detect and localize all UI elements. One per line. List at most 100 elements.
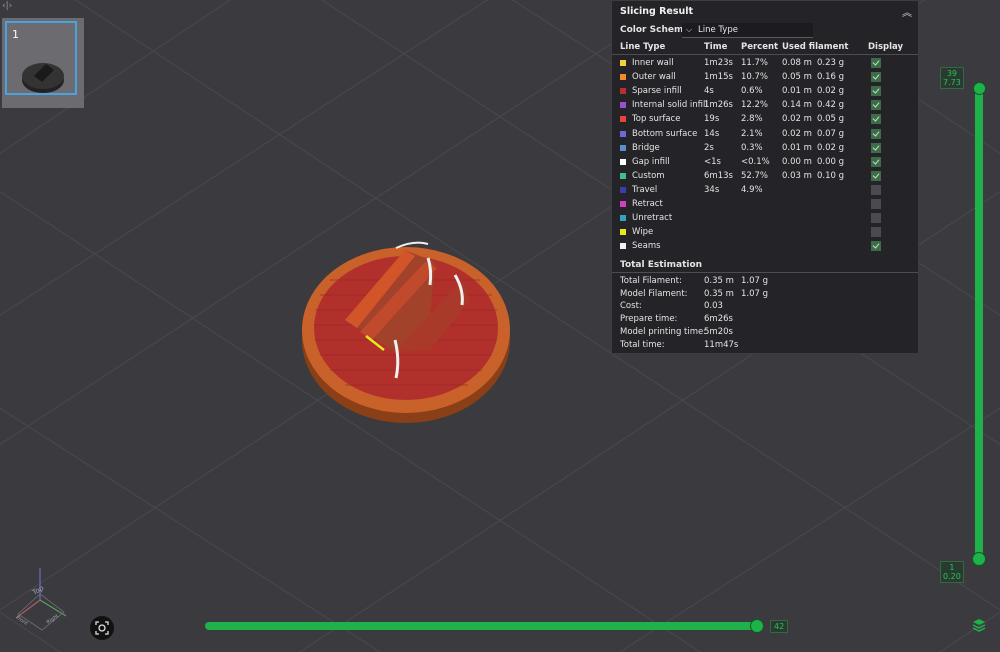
- cell-weight: 0.23 g: [817, 58, 845, 68]
- line-type-row: Seams: [612, 240, 918, 254]
- line-type-swatch: [620, 60, 626, 66]
- estimation-row: Prepare time: 6m26s: [612, 314, 918, 326]
- color-scheme-value: Line Type: [698, 25, 738, 35]
- display-checkbox[interactable]: [871, 199, 881, 209]
- cell-name: Outer wall: [632, 72, 676, 83]
- display-checkbox[interactable]: [871, 114, 881, 125]
- move-slider-handle[interactable]: [750, 619, 764, 633]
- cell-name: Top surface: [632, 114, 681, 125]
- line-type-swatch: [620, 116, 626, 123]
- sidebar-collapse-icon[interactable]: ‹|›: [2, 1, 12, 11]
- display-checkbox[interactable]: [871, 142, 881, 153]
- cell-name: Internal solid infill: [632, 100, 708, 111]
- cell-weight: 0.42 g: [817, 100, 845, 111]
- display-checkbox[interactable]: [871, 72, 881, 83]
- plate-thumbnail[interactable]: 1: [2, 18, 84, 108]
- cell-time: 34s: [704, 184, 720, 195]
- line-type-row: Bridge 2s 0.3% 0.01 m 0.02 g: [612, 142, 918, 156]
- layer-slider-track[interactable]: [975, 88, 983, 560]
- top-layer-number: 39: [946, 69, 957, 78]
- cell-weight: 0.05 g: [817, 114, 845, 125]
- line-type-row: Unretract: [612, 212, 918, 226]
- sliced-model[interactable]: [302, 241, 510, 423]
- layers-toggle-button[interactable]: [971, 617, 987, 633]
- view-gizmo[interactable]: Top Front Right: [15, 568, 67, 631]
- line-type-swatch: [620, 158, 626, 165]
- cell-percent: 4.9%: [741, 184, 763, 195]
- line-type-row: Gap infill <1s <0.1% 0.00 m 0.00 g: [612, 156, 918, 170]
- cell-len: 0.08 m: [782, 58, 812, 68]
- line-type-swatch: [620, 215, 626, 222]
- display-checkbox[interactable]: [871, 184, 881, 195]
- total-estimation-title: Total Estimation: [620, 260, 703, 270]
- estimation-label: Model printing time:: [620, 326, 707, 337]
- cell-time: 6m13s: [704, 170, 733, 181]
- line-type-row: Bottom surface 14s 2.1% 0.02 m 0.07 g: [612, 128, 918, 142]
- line-type-row: Sparse infill 4s 0.6% 0.01 m 0.02 g: [612, 85, 918, 99]
- cell-name: Seams: [632, 241, 661, 252]
- line-type-row: Retract: [612, 198, 918, 212]
- line-type-swatch: [620, 144, 626, 151]
- estimation-v2: 1.07 g: [741, 276, 769, 286]
- display-checkbox[interactable]: [871, 86, 881, 97]
- line-type-row: Inner wall 1m23s 11.7% 0.08 m 0.23 g: [612, 57, 918, 71]
- camera-focus-icon: [95, 621, 109, 635]
- display-checkbox[interactable]: [871, 227, 881, 238]
- display-checkbox[interactable]: [871, 128, 881, 139]
- line-type-swatch: [620, 102, 626, 109]
- cell-percent: 11.7%: [741, 58, 769, 68]
- line-type-swatch: [620, 74, 626, 81]
- bottom-layer-number: 1: [949, 563, 955, 572]
- line-type-swatch: [620, 88, 626, 95]
- cell-len: 0.03 m: [782, 170, 812, 181]
- line-type-row: Custom 6m13s 52.7% 0.03 m 0.10 g: [612, 170, 918, 184]
- display-checkbox[interactable]: [871, 213, 881, 224]
- cell-time: 2s: [704, 142, 714, 153]
- line-type-row: Wipe: [612, 226, 918, 240]
- estimation-v1: 0.03: [704, 301, 723, 312]
- layer-slider-top-handle[interactable]: [973, 82, 986, 95]
- estimation-v1: 0.35 m: [704, 276, 734, 286]
- cell-time: 4s: [704, 86, 714, 97]
- plate-preview-icon: [22, 63, 64, 93]
- color-scheme-select[interactable]: ⌵ Line Type: [682, 23, 813, 38]
- estimation-v1: 11m47s: [704, 339, 739, 350]
- cell-len: 0.02 m: [782, 114, 812, 125]
- cell-weight: 0.07 g: [817, 128, 845, 139]
- cell-len: 0.01 m: [782, 86, 812, 97]
- cell-name: Bridge: [632, 142, 660, 153]
- header-line-type: Line Type: [620, 42, 666, 52]
- cell-weight: 0.10 g: [817, 170, 845, 181]
- cell-weight: 0.02 g: [817, 86, 845, 97]
- estimation-label: Total Filament:: [620, 276, 682, 286]
- cell-name: Custom: [632, 170, 665, 181]
- cell-name: Wipe: [632, 227, 654, 238]
- estimation-label: Total time:: [620, 339, 665, 350]
- estimation-label: Cost:: [620, 301, 642, 312]
- display-checkbox[interactable]: [871, 170, 881, 181]
- display-checkbox[interactable]: [871, 58, 881, 68]
- cell-time: 1m23s: [704, 58, 733, 68]
- cell-len: 0.14 m: [782, 100, 812, 111]
- layer-slider-bottom-handle[interactable]: [972, 552, 986, 566]
- top-layer-label: 39 7.73: [940, 67, 964, 89]
- collapse-panel-icon[interactable]: ︽: [902, 4, 912, 19]
- display-checkbox[interactable]: [871, 100, 881, 111]
- color-scheme-label: Color Scheme: [620, 25, 690, 35]
- line-type-swatch: [620, 243, 626, 250]
- line-type-row: Internal solid infill 1m26s 12.2% 0.14 m 0.4…: [612, 99, 918, 113]
- estimation-row: Model Filament: 0.35 m 1.07 g: [612, 289, 918, 301]
- line-type-swatch: [620, 130, 626, 137]
- layers-icon: [972, 619, 986, 632]
- move-slider-track[interactable]: [205, 622, 761, 630]
- display-checkbox[interactable]: [871, 241, 881, 252]
- gizmo-label-right: Right: [46, 613, 60, 625]
- line-type-swatch: [620, 186, 626, 193]
- cell-percent: <0.1%: [741, 156, 770, 167]
- bottom-layer-label: 1 0.20: [940, 561, 964, 583]
- cell-name: Unretract: [632, 213, 673, 224]
- display-checkbox[interactable]: [871, 156, 881, 167]
- line-type-row: Travel 34s 4.9%: [612, 184, 918, 198]
- cell-name: Gap infill: [632, 156, 670, 167]
- camera-fit-button[interactable]: [90, 616, 114, 640]
